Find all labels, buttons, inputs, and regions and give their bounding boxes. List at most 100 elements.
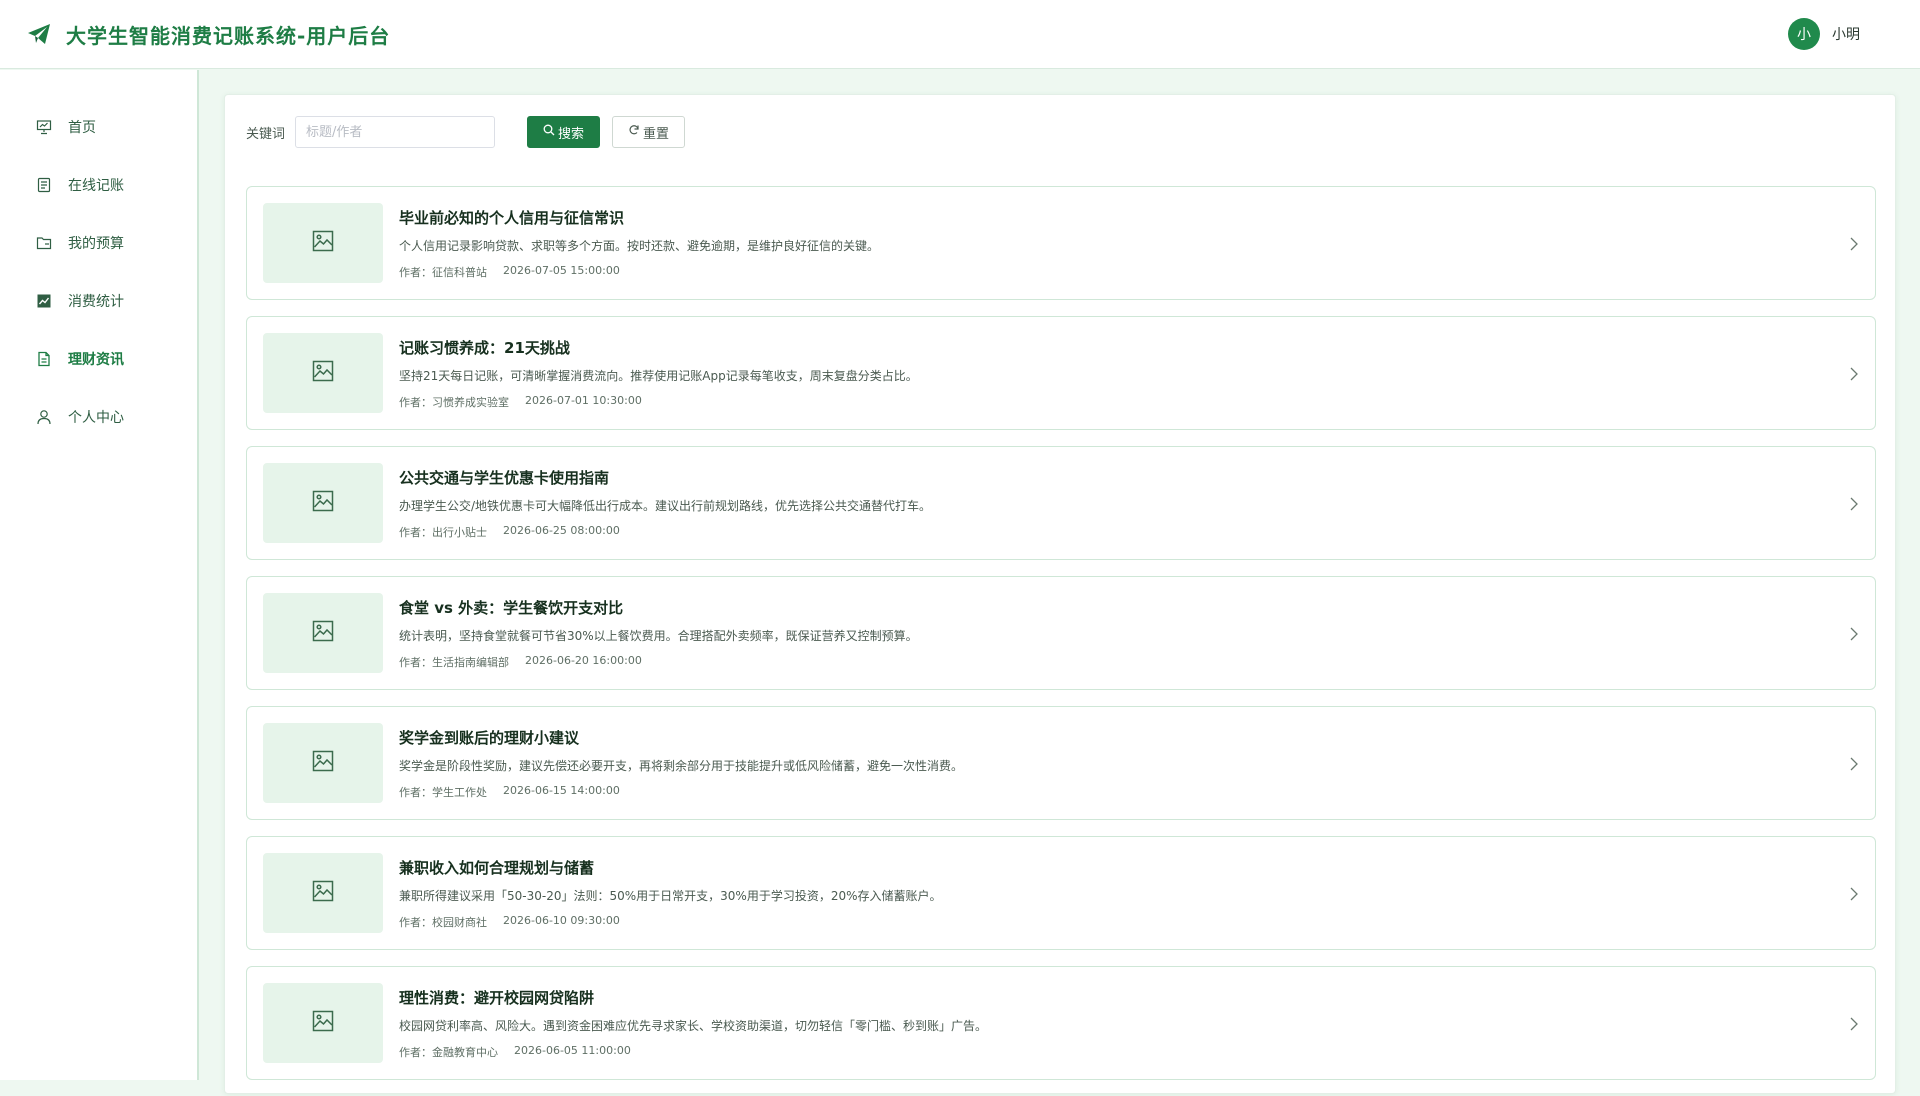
- document-icon: [36, 177, 52, 193]
- sidebar-item-budget[interactable]: 我的预算: [0, 214, 197, 272]
- search-button-label: 搜索: [558, 126, 585, 142]
- sidebar-item-label: 消费统计: [68, 294, 124, 310]
- brand[interactable]: 大学生智能消费记账系统-用户后台: [26, 20, 390, 49]
- chevron-right-icon[interactable]: [1847, 235, 1861, 253]
- sidebar-item-label: 在线记账: [68, 178, 124, 194]
- article-thumbnail: [263, 983, 383, 1063]
- article-author: 作者：校园财商社: [399, 916, 487, 929]
- sidebar-item-label: 理财资讯: [68, 352, 124, 368]
- main-panel: 关键词 搜索 重置: [224, 94, 1896, 1094]
- sidebar-item-label: 首页: [68, 120, 96, 136]
- article-card[interactable]: 毕业前必知的个人信用与征信常识 个人信用记录影响贷款、求职等多个方面。按时还款、…: [246, 186, 1876, 300]
- article-author: 作者：生活指南编辑部: [399, 656, 509, 669]
- article-list: 毕业前必知的个人信用与征信常识 个人信用记录影响贷款、求职等多个方面。按时还款、…: [246, 186, 1876, 1096]
- sidebar-item-finance-news[interactable]: 理财资讯: [0, 330, 197, 388]
- article-author: 作者：学生工作处: [399, 786, 487, 799]
- sidebar-item-statistics[interactable]: 消费统计: [0, 272, 197, 330]
- presentation-icon: [36, 119, 52, 135]
- article-meta: 作者：学生工作处 2026-06-15 14:00:00: [399, 784, 620, 800]
- article-author: 作者：金融教育中心: [399, 1046, 498, 1059]
- folder-icon: [36, 235, 52, 251]
- article-summary: 办理学生公交/地铁优惠卡可大幅降低出行成本。建议出行前规划路线，优先选择公共交通…: [399, 499, 932, 513]
- article-summary: 坚持21天每日记账，可清晰掌握消费流向。推荐使用记账App记录每笔收支，周末复盘…: [399, 369, 918, 383]
- article-card[interactable]: 记账习惯养成：21天挑战 坚持21天每日记账，可清晰掌握消费流向。推荐使用记账A…: [246, 316, 1876, 430]
- article-time: 2026-07-05 15:00:00: [503, 264, 620, 277]
- article-author: 作者：习惯养成实验室: [399, 396, 509, 409]
- article-time: 2026-06-20 16:00:00: [525, 654, 642, 667]
- keyword-label: 关键词: [246, 126, 286, 142]
- sidebar-item-profile[interactable]: 个人中心: [0, 388, 197, 446]
- article-time: 2026-06-05 11:00:00: [514, 1044, 631, 1057]
- article-title[interactable]: 兼职收入如何合理规划与储蓄: [399, 857, 594, 878]
- chevron-right-icon[interactable]: [1847, 755, 1861, 773]
- article-meta: 作者：校园财商社 2026-06-10 09:30:00: [399, 914, 620, 930]
- image-placeholder-icon: [312, 1010, 334, 1036]
- chevron-right-icon[interactable]: [1847, 625, 1861, 643]
- image-placeholder-icon: [312, 360, 334, 386]
- article-title[interactable]: 食堂 vs 外卖：学生餐饮开支对比: [399, 597, 623, 618]
- article-thumbnail: [263, 723, 383, 803]
- image-placeholder-icon: [312, 750, 334, 776]
- sidebar-item-home[interactable]: 首页: [0, 98, 197, 156]
- article-summary: 个人信用记录影响贷款、求职等多个方面。按时还款、避免逾期，是维护良好征信的关键。: [399, 239, 880, 253]
- chart-icon: [36, 293, 52, 309]
- article-time: 2026-07-01 10:30:00: [525, 394, 642, 407]
- article-card[interactable]: 兼职收入如何合理规划与储蓄 兼职所得建议采用「50-30-20」法则：50%用于…: [246, 836, 1876, 950]
- article-time: 2026-06-10 09:30:00: [503, 914, 620, 927]
- article-meta: 作者：生活指南编辑部 2026-06-20 16:00:00: [399, 654, 642, 670]
- app-title: 大学生智能消费记账系统-用户后台: [66, 23, 391, 48]
- article-author: 作者：出行小贴士: [399, 526, 487, 539]
- chevron-right-icon[interactable]: [1847, 1015, 1861, 1033]
- article-thumbnail: [263, 463, 383, 543]
- search-bar: 关键词 搜索 重置: [246, 116, 686, 148]
- article-title[interactable]: 奖学金到账后的理财小建议: [399, 727, 579, 748]
- refresh-icon: [628, 124, 640, 140]
- chevron-right-icon[interactable]: [1847, 885, 1861, 903]
- sidebar-item-label: 个人中心: [68, 410, 124, 426]
- article-summary: 校园网贷利率高、风险大。遇到资金困难应优先寻求家长、学校资助渠道，切勿轻信「零门…: [399, 1019, 988, 1033]
- article-summary: 统计表明，坚持食堂就餐可节省30%以上餐饮费用。合理搭配外卖频率，既保证营养又控…: [399, 629, 918, 643]
- keyword-input[interactable]: [295, 116, 496, 148]
- user-icon: [36, 409, 52, 425]
- image-placeholder-icon: [312, 490, 334, 516]
- article-meta: 作者：征信科普站 2026-07-05 15:00:00: [399, 264, 620, 280]
- reset-button-label: 重置: [643, 126, 670, 142]
- article-card[interactable]: 食堂 vs 外卖：学生餐饮开支对比 统计表明，坚持食堂就餐可节省30%以上餐饮费…: [246, 576, 1876, 690]
- search-icon: [543, 124, 555, 140]
- article-card[interactable]: 理性消费：避开校园网贷陷阱 校园网贷利率高、风险大。遇到资金困难应优先寻求家长、…: [246, 966, 1876, 1080]
- article-card[interactable]: 奖学金到账后的理财小建议 奖学金是阶段性奖励，建议先偿还必要开支，再将剩余部分用…: [246, 706, 1876, 820]
- sidebar-item-bookkeeping[interactable]: 在线记账: [0, 156, 197, 214]
- article-thumbnail: [263, 853, 383, 933]
- article-title[interactable]: 记账习惯养成：21天挑战: [399, 337, 570, 358]
- chevron-right-icon[interactable]: [1847, 365, 1861, 383]
- article-time: 2026-06-25 08:00:00: [503, 524, 620, 537]
- article-title[interactable]: 理性消费：避开校园网贷陷阱: [399, 987, 594, 1008]
- avatar[interactable]: 小: [1788, 18, 1820, 50]
- image-placeholder-icon: [312, 620, 334, 646]
- search-button[interactable]: 搜索: [527, 116, 601, 148]
- user-name[interactable]: 小明: [1832, 24, 1860, 44]
- article-summary: 奖学金是阶段性奖励，建议先偿还必要开支，再将剩余部分用于技能提升或低风险储蓄，避…: [399, 759, 964, 773]
- sidebar: 首页 在线记账 我的预算 消费统计 理财资讯 个人中心: [0, 70, 199, 1080]
- reset-button[interactable]: 重置: [612, 116, 686, 148]
- image-placeholder-icon: [312, 230, 334, 256]
- article-card[interactable]: 公共交通与学生优惠卡使用指南 办理学生公交/地铁优惠卡可大幅降低出行成本。建议出…: [246, 446, 1876, 560]
- user-menu[interactable]: 小 小明: [1788, 18, 1860, 50]
- article-thumbnail: [263, 203, 383, 283]
- chevron-right-icon[interactable]: [1847, 495, 1861, 513]
- article-meta: 作者：出行小贴士 2026-06-25 08:00:00: [399, 524, 620, 540]
- article-meta: 作者：习惯养成实验室 2026-07-01 10:30:00: [399, 394, 642, 410]
- article-title[interactable]: 毕业前必知的个人信用与征信常识: [399, 207, 624, 228]
- article-summary: 兼职所得建议采用「50-30-20」法则：50%用于日常开支，30%用于学习投资…: [399, 889, 942, 903]
- image-placeholder-icon: [312, 880, 334, 906]
- article-time: 2026-06-15 14:00:00: [503, 784, 620, 797]
- article-thumbnail: [263, 593, 383, 673]
- top-header: 大学生智能消费记账系统-用户后台 小 小明: [0, 0, 1920, 69]
- paper-plane-icon: [26, 21, 52, 47]
- sidebar-item-label: 我的预算: [68, 236, 124, 252]
- article-title[interactable]: 公共交通与学生优惠卡使用指南: [399, 467, 609, 488]
- article-icon: [36, 351, 52, 367]
- article-meta: 作者：金融教育中心 2026-06-05 11:00:00: [399, 1044, 631, 1060]
- article-thumbnail: [263, 333, 383, 413]
- article-author: 作者：征信科普站: [399, 266, 487, 279]
